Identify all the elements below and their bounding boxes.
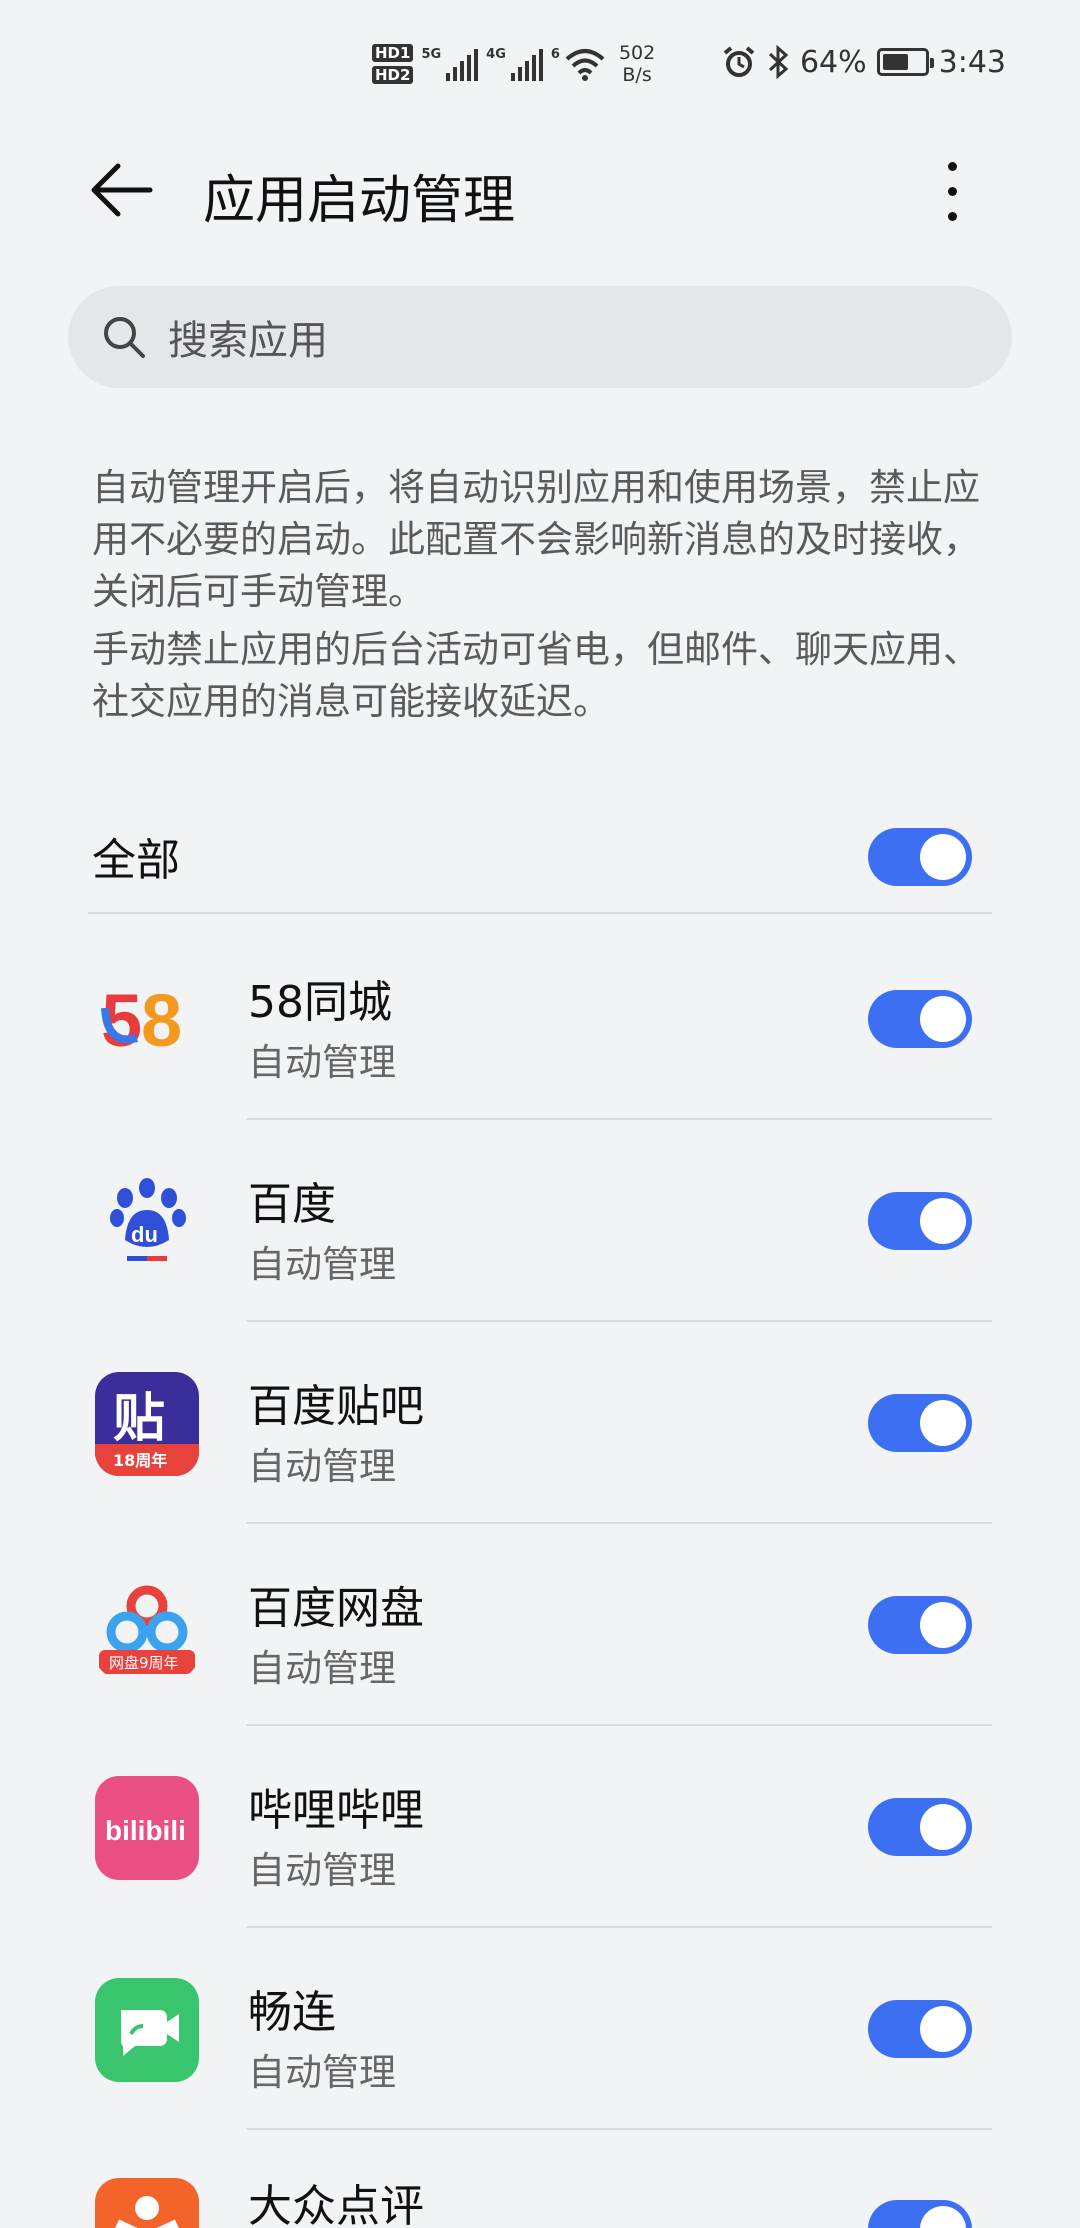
toggle-knob — [920, 1804, 966, 1850]
svg-text:bilibili: bilibili — [105, 1815, 186, 1846]
app-name: 哔哩哔哩 — [248, 1785, 424, 1836]
signal-5g-icon: 5G — [421, 47, 479, 81]
svg-text:du: du — [131, 1222, 158, 1247]
app-row-dianping[interactable]: 大众点评 — [0, 2130, 1080, 2228]
description-para-1: 自动管理开启后，将自动识别应用和使用场景，禁止应用不必要的启动。此配置不会影响新… — [92, 466, 980, 613]
hd-indicators: HD1 HD2 — [372, 44, 414, 84]
tieba-icon: 贴 18周年 — [95, 1372, 199, 1476]
app-toggle[interactable] — [868, 990, 972, 1048]
more-dot-icon — [947, 161, 957, 171]
back-arrow-icon — [91, 163, 153, 217]
search-input[interactable]: 搜索应用 — [68, 286, 1012, 388]
more-dot-icon — [947, 211, 957, 221]
page-title: 应用启动管理 — [203, 171, 516, 231]
58-logo-icon: 5 8 — [95, 968, 199, 1072]
battery-icon — [876, 48, 934, 76]
network-speed: 502 B/s — [618, 42, 656, 86]
app-bar: 应用启动管理 — [0, 140, 1080, 240]
app-status: 自动管理 — [248, 2051, 396, 2094]
app-status: 自动管理 — [248, 1445, 396, 1488]
baidu-paw-icon: du — [95, 1170, 199, 1274]
app-row-bilibili[interactable]: bilibili 哔哩哔哩 自动管理 — [0, 1726, 1080, 1928]
app-name: 大众点评 — [248, 2181, 424, 2228]
changlian-icon — [95, 1978, 199, 2082]
bilibili-icon: bilibili — [95, 1776, 199, 1880]
toggle-knob — [920, 1198, 966, 1244]
description-para-2: 手动禁止应用的后台活动可省电，但邮件、聊天应用、社交应用的消息可能接收延迟。 — [92, 628, 980, 723]
status-bar: HD1 HD2 5G 4G 6 502 B/s 64% 3:43 — [0, 0, 1080, 120]
signal-4g-icon: 4G — [486, 47, 543, 81]
hd2-badge: HD2 — [372, 66, 414, 84]
app-name: 58同城 — [248, 977, 392, 1028]
more-options-button[interactable] — [932, 146, 972, 236]
hd1-badge: HD1 — [372, 44, 414, 62]
app-row-changlian[interactable]: 畅连 自动管理 — [0, 1928, 1080, 2130]
app-row-tieba[interactable]: 贴 18周年 百度贴吧 自动管理 — [0, 1322, 1080, 1524]
search-placeholder: 搜索应用 — [168, 318, 328, 364]
app-toggle[interactable] — [868, 1394, 972, 1452]
dianping-icon — [95, 2178, 199, 2228]
svg-text:8: 8 — [141, 979, 182, 1062]
app-name: 畅连 — [248, 1987, 336, 2038]
battery-percent: 64% — [799, 44, 867, 80]
all-apps-row[interactable]: 全部 — [0, 794, 1080, 920]
app-status: 自动管理 — [248, 1647, 396, 1690]
app-row-netdisk[interactable]: 网盘9周年 百度网盘 自动管理 — [0, 1524, 1080, 1726]
netdisk-icon: 网盘9周年 — [95, 1574, 199, 1678]
svg-text:贴: 贴 — [113, 1389, 165, 1449]
app-status: 自动管理 — [248, 1041, 396, 1084]
app-name: 百度 — [248, 1179, 336, 1230]
app-row-baidu[interactable]: du 百度 自动管理 — [0, 1120, 1080, 1322]
app-toggle[interactable] — [868, 2200, 972, 2228]
wifi-icon: 6 — [551, 47, 605, 81]
app-toggle[interactable] — [868, 1596, 972, 1654]
app-toggle[interactable] — [868, 2000, 972, 2058]
all-apps-label: 全部 — [92, 835, 180, 886]
app-name: 百度贴吧 — [248, 1381, 424, 1432]
toggle-knob — [920, 834, 966, 880]
svg-text:18周年: 18周年 — [113, 1451, 167, 1470]
toggle-knob — [920, 2206, 966, 2228]
app-status: 自动管理 — [248, 1243, 396, 1286]
app-status: 自动管理 — [248, 1849, 396, 1892]
app-row-58tongcheng[interactable]: 5 8 58同城 自动管理 — [0, 918, 1080, 1120]
app-name: 百度网盘 — [248, 1583, 424, 1634]
app-toggle[interactable] — [868, 1798, 972, 1856]
svg-text:网盘9周年: 网盘9周年 — [109, 1654, 179, 1672]
toggle-knob — [920, 2006, 966, 2052]
bluetooth-icon — [768, 44, 789, 80]
clock: 3:43 — [938, 44, 1006, 80]
toggle-knob — [920, 996, 966, 1042]
toggle-knob — [920, 1400, 966, 1446]
description-text: 自动管理开启后，将自动识别应用和使用场景，禁止应用不必要的启动。此配置不会影响新… — [92, 462, 992, 728]
alarm-icon — [723, 46, 755, 77]
back-button[interactable] — [86, 150, 158, 230]
toggle-knob — [920, 1602, 966, 1648]
more-dot-icon — [947, 186, 957, 196]
app-toggle[interactable] — [868, 1192, 972, 1250]
divider — [88, 912, 992, 914]
search-icon — [104, 317, 145, 358]
all-apps-toggle[interactable] — [868, 828, 972, 886]
